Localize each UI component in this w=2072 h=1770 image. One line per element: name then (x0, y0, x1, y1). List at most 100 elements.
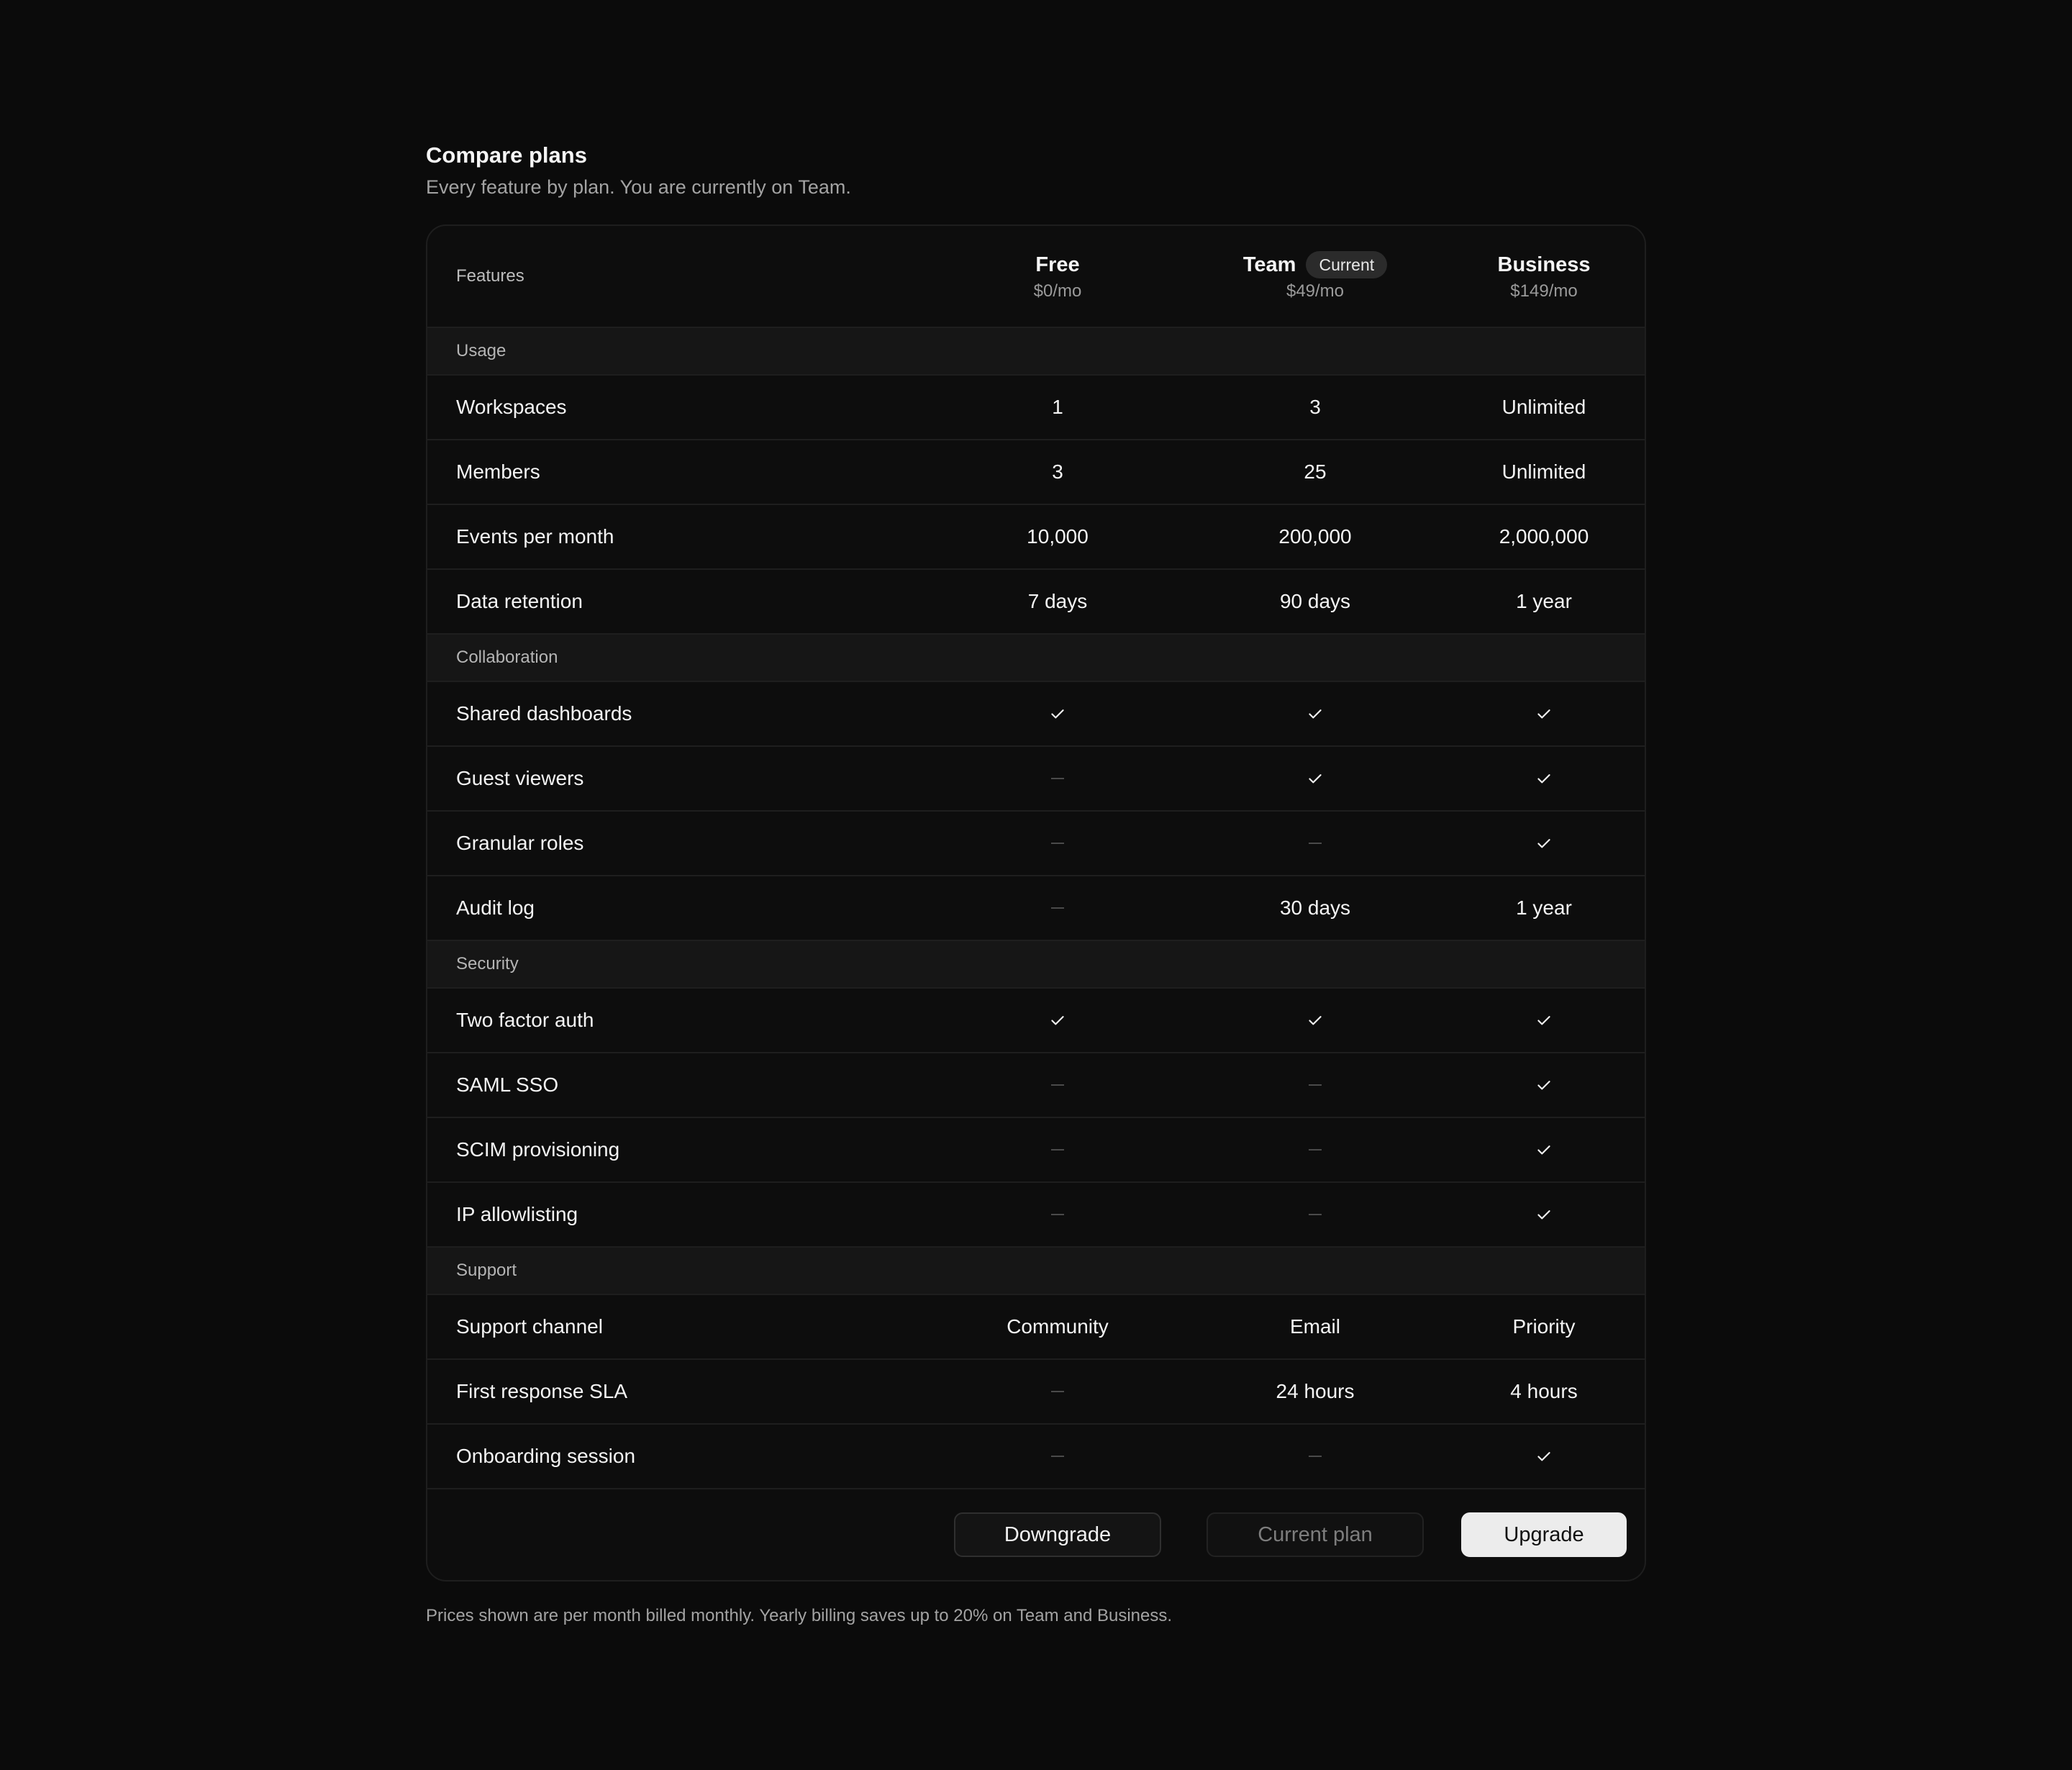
page-subtitle: Every feature by plan. You are currently… (426, 176, 851, 198)
feature-name: SAML SSO (456, 1074, 559, 1096)
not-included-dash-icon (1187, 1118, 1443, 1181)
plan-name: Free (1035, 253, 1080, 276)
plan-name: Team (1242, 253, 1296, 276)
check-icon (1443, 1183, 1645, 1246)
feature-name: Granular roles (456, 832, 584, 854)
table-row: SCIM provisioning (427, 1117, 1645, 1181)
check-icon (1443, 1425, 1645, 1488)
page-title: Compare plans (426, 142, 587, 168)
table-row: Audit log 30 days 1 year (427, 875, 1645, 940)
feature-name: Support channel (456, 1315, 603, 1338)
current-plan-badge: Current (1306, 251, 1388, 278)
pricing-footnote: Prices shown are per month billed monthl… (426, 1606, 1173, 1625)
feature-name: IP allowlisting (456, 1203, 578, 1225)
check-icon (1443, 747, 1645, 810)
table-actions: Downgrade Current plan Upgrade (427, 1488, 1645, 1580)
section-header-collaboration: Collaboration (427, 633, 1645, 681)
check-icon (1443, 1053, 1645, 1117)
value-cell-business: 1 year (1516, 590, 1572, 612)
feature-name: Two factor auth (456, 1009, 594, 1031)
not-included-dash-icon (928, 876, 1187, 940)
feature-name: Audit log (456, 897, 535, 919)
section-label: Support (456, 1261, 517, 1280)
check-icon (1443, 682, 1645, 745)
value-cell-team: 90 days (1279, 590, 1351, 612)
check-icon (1187, 989, 1443, 1052)
value-cell-free: 1 (1052, 396, 1063, 418)
section-label: Security (456, 954, 519, 974)
section-label: Usage (456, 341, 506, 360)
table-row: Events per month 10,000 200,000 2,000,000 (427, 504, 1645, 568)
features-column-label: Features (456, 266, 524, 286)
feature-name: Workspaces (456, 396, 567, 418)
feature-name: Members (456, 460, 540, 483)
table-row: First response SLA 24 hours 4 hours (427, 1358, 1645, 1423)
plan-header-free: Free $0/mo (928, 251, 1187, 301)
downgrade-button[interactable]: Downgrade (954, 1512, 1161, 1557)
plan-price: $49/mo (1286, 281, 1345, 301)
value-cell-free: 10,000 (1027, 525, 1089, 548)
feature-name: Guest viewers (456, 767, 584, 789)
check-icon (928, 989, 1187, 1052)
feature-name: First response SLA (456, 1380, 628, 1402)
section-header-support: Support (427, 1246, 1645, 1294)
table-row: Members 3 25 Unlimited (427, 439, 1645, 504)
plan-name: Business (1497, 253, 1591, 276)
check-icon (1443, 1118, 1645, 1181)
feature-name: SCIM provisioning (456, 1138, 620, 1161)
not-included-dash-icon (928, 747, 1187, 810)
value-cell-team: 25 (1304, 460, 1327, 483)
table-row: IP allowlisting (427, 1181, 1645, 1246)
check-icon (1443, 812, 1645, 875)
value-cell-team: Email (1289, 1315, 1340, 1338)
plan-comparison-table: Features Free $0/mo Team Current $49/mo … (426, 224, 1646, 1581)
feature-name: Data retention (456, 590, 583, 612)
value-cell-team: 3 (1309, 396, 1321, 418)
value-cell-team: 200,000 (1278, 525, 1352, 548)
value-cell-team: 24 hours (1276, 1380, 1355, 1402)
plan-price: $149/mo (1510, 281, 1578, 301)
check-icon (1187, 747, 1443, 810)
feature-name: Events per month (456, 525, 614, 548)
compare-plans-section: Compare plans Every feature by plan. You… (426, 141, 1646, 1626)
value-cell-free: Community (1007, 1315, 1109, 1338)
not-included-dash-icon (1187, 1053, 1443, 1117)
check-icon (928, 682, 1187, 745)
feature-name: Onboarding session (456, 1445, 636, 1467)
current-plan-button: Current plan (1207, 1512, 1424, 1557)
not-included-dash-icon (1187, 1425, 1443, 1488)
table-body: Usage Workspaces 1 3 Unlimited Members 3 25 Unli… (427, 327, 1645, 1488)
not-included-dash-icon (1187, 812, 1443, 875)
feature-name: Shared dashboards (456, 702, 632, 725)
table-row: Two factor auth (427, 987, 1645, 1052)
not-included-dash-icon (1187, 1183, 1443, 1246)
table-header: Features Free $0/mo Team Current $49/mo … (427, 226, 1645, 327)
table-row: Shared dashboards (427, 681, 1645, 745)
not-included-dash-icon (928, 1183, 1187, 1246)
value-cell-free: 3 (1052, 460, 1063, 483)
table-row: Granular roles (427, 810, 1645, 875)
table-row: Support channel Community Email Priority (427, 1294, 1645, 1358)
table-row: Data retention 7 days 90 days 1 year (427, 568, 1645, 633)
plan-header-team: Team Current $49/mo (1187, 251, 1443, 301)
value-cell-business: Unlimited (1501, 396, 1586, 418)
not-included-dash-icon (928, 1118, 1187, 1181)
value-cell-business: 1 year (1516, 897, 1572, 919)
value-cell-business: Priority (1512, 1315, 1576, 1338)
value-cell-free: 7 days (1027, 590, 1088, 612)
table-row: Guest viewers (427, 745, 1645, 810)
plan-header-business: Business $149/mo (1443, 251, 1645, 301)
table-row: SAML SSO (427, 1052, 1645, 1117)
section-label: Collaboration (456, 648, 558, 667)
not-included-dash-icon (928, 812, 1187, 875)
table-row: Workspaces 1 3 Unlimited (427, 374, 1645, 439)
check-icon (1443, 989, 1645, 1052)
value-cell-team: 30 days (1279, 897, 1351, 919)
value-cell-business: 4 hours (1510, 1380, 1578, 1402)
section-header-security: Security (427, 940, 1645, 987)
check-icon (1187, 682, 1443, 745)
not-included-dash-icon (928, 1425, 1187, 1488)
not-included-dash-icon (928, 1360, 1187, 1423)
value-cell-business: Unlimited (1501, 460, 1586, 483)
upgrade-button[interactable]: Upgrade (1461, 1512, 1627, 1557)
